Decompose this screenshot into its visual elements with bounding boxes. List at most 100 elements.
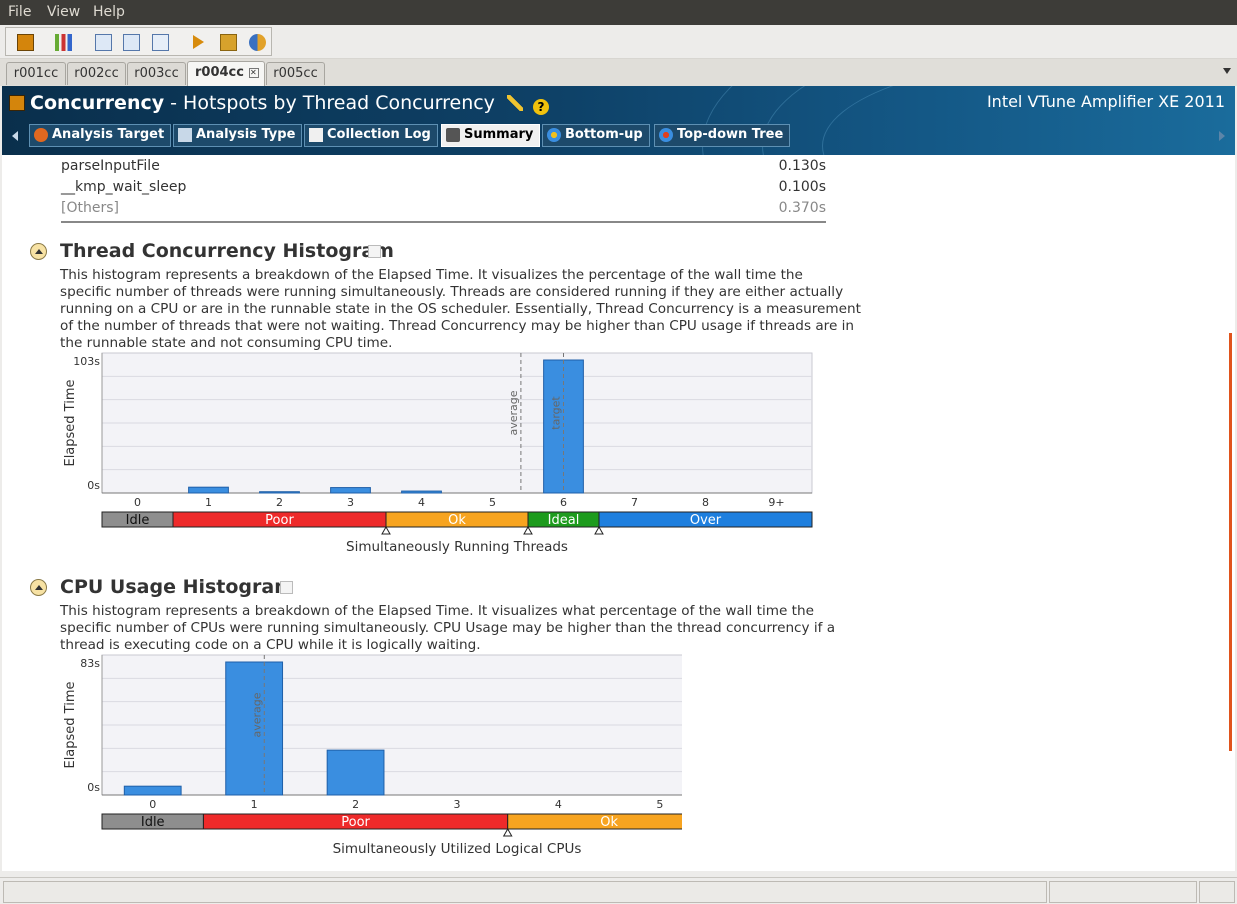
function-row[interactable]: __kmp_wait_sleep 0.100s bbox=[61, 179, 826, 199]
close-icon[interactable]: ✕ bbox=[249, 68, 259, 78]
open-results-icon[interactable] bbox=[95, 34, 112, 51]
nav-label: Top-down Tree bbox=[677, 127, 784, 142]
y-tick-label: 103s bbox=[73, 355, 100, 368]
nav-analysis-type[interactable]: Analysis Type bbox=[173, 124, 303, 147]
y-tick-label: 83s bbox=[80, 657, 100, 670]
tab-r003cc[interactable]: r003cc bbox=[127, 62, 186, 85]
tab-strip: r001cc r002cc r003cc r004cc ✕ r005cc bbox=[0, 59, 1237, 86]
x-axis-label: Simultaneously Utilized Logical CPUs bbox=[333, 841, 582, 857]
scroll-left-icon[interactable] bbox=[12, 131, 18, 141]
tab-r001cc[interactable]: r001cc bbox=[6, 62, 66, 85]
y-tick-label: 0s bbox=[87, 479, 100, 492]
section-description: This histogram represents a breakdown of… bbox=[60, 267, 861, 352]
function-time: 0.100s bbox=[778, 179, 826, 195]
histogram-bar bbox=[330, 487, 371, 494]
histogram-bar bbox=[401, 490, 442, 494]
tab-r002cc[interactable]: r002cc bbox=[67, 62, 126, 85]
x-tick-label: 3 bbox=[454, 798, 461, 811]
menu-bar: File View Help bbox=[0, 0, 1237, 25]
x-tick-label: 7 bbox=[631, 496, 638, 509]
nav-analysis-target[interactable]: Analysis Target bbox=[29, 124, 172, 147]
scroll-right-icon[interactable] bbox=[1219, 131, 1225, 141]
marker-label-average: average bbox=[250, 692, 263, 737]
summary-panel[interactable]: parseInputFile 0.130s __kmp_wait_sleep 0.1… bbox=[2, 155, 1229, 871]
collapse-section-icon[interactable] bbox=[30, 579, 47, 596]
scrollbar-thumb[interactable] bbox=[1229, 333, 1232, 751]
tab-list-dropdown-icon[interactable] bbox=[1223, 68, 1231, 74]
band-label: Ok bbox=[600, 815, 618, 830]
nav-bottom-up[interactable]: Bottom-up bbox=[542, 124, 650, 147]
copy-icon[interactable] bbox=[368, 245, 381, 258]
x-axis-label: Simultaneously Running Threads bbox=[346, 539, 568, 555]
function-name: [Others] bbox=[61, 200, 119, 216]
section-title: CPU Usage Histogram bbox=[60, 576, 295, 598]
analysis-type-icon bbox=[9, 95, 25, 111]
marker-label-average: average bbox=[507, 390, 520, 435]
x-tick-label: 0 bbox=[149, 798, 156, 811]
status-message-cell bbox=[3, 881, 1047, 903]
x-tick-label: 2 bbox=[276, 496, 283, 509]
compare-icon[interactable] bbox=[123, 34, 140, 51]
band-label: Ideal bbox=[548, 513, 580, 528]
new-project-icon[interactable] bbox=[17, 34, 34, 51]
edit-icon[interactable] bbox=[152, 34, 169, 51]
bar-chart-icon[interactable] bbox=[55, 34, 72, 51]
description-line: This histogram represents a breakdown of… bbox=[60, 603, 814, 619]
y-axis-label: Elapsed Time bbox=[63, 681, 78, 768]
toolbar-group bbox=[5, 27, 272, 56]
x-tick-label: 5 bbox=[656, 798, 663, 811]
x-tick-label: 6 bbox=[560, 496, 567, 509]
marker-label-target: target bbox=[550, 396, 563, 430]
band-boundary-marker bbox=[523, 525, 533, 535]
table-bottom-rule bbox=[61, 221, 826, 223]
product-brand: Intel VTune Amplifier XE 2011 bbox=[986, 92, 1225, 111]
x-tick-label: 5 bbox=[489, 496, 496, 509]
pause-icon[interactable] bbox=[249, 34, 266, 51]
status-bar bbox=[0, 877, 1237, 904]
band-label: Poor bbox=[341, 815, 370, 830]
collapse-section-icon[interactable] bbox=[30, 243, 47, 260]
log-icon bbox=[309, 128, 323, 142]
vertical-scrollbar[interactable] bbox=[1229, 155, 1235, 871]
tab-r005cc[interactable]: r005cc bbox=[266, 62, 325, 85]
nav-top-down-tree[interactable]: Top-down Tree bbox=[654, 124, 791, 147]
histogram-bar bbox=[259, 491, 300, 494]
menu-file[interactable]: File bbox=[8, 4, 31, 20]
target-icon bbox=[34, 128, 48, 142]
wrench-icon[interactable] bbox=[506, 95, 523, 111]
description-line: running on a CPU or are in the runnable … bbox=[60, 301, 861, 317]
nav-label: Collection Log bbox=[327, 127, 431, 142]
run-icon[interactable] bbox=[193, 35, 204, 49]
function-name: parseInputFile bbox=[61, 158, 160, 174]
nav-label: Summary bbox=[464, 127, 534, 142]
function-name: __kmp_wait_sleep bbox=[61, 179, 187, 195]
histogram-bar bbox=[188, 486, 229, 494]
analysis-subtitle: - Hotspots by Thread Concurrency bbox=[164, 92, 495, 114]
description-line: specific number of threads were running … bbox=[60, 284, 844, 300]
thread-concurrency-histogram[interactable]: 103s 0s Elapsed Time average target 0 1 2 3 4 5 6 7 8… bbox=[2, 350, 832, 560]
nav-summary[interactable]: Summary bbox=[441, 124, 541, 147]
function-row[interactable]: [Others] 0.370s bbox=[61, 200, 826, 220]
x-tick-label: 2 bbox=[352, 798, 359, 811]
x-tick-label: 0 bbox=[134, 496, 141, 509]
band-boundary-marker bbox=[594, 525, 604, 535]
open-folder-icon[interactable] bbox=[220, 34, 237, 51]
analysis-type-nav-icon bbox=[178, 128, 192, 142]
analysis-name: Concurrency bbox=[30, 92, 165, 114]
tab-r004cc[interactable]: r004cc ✕ bbox=[187, 61, 265, 86]
x-tick-label: 4 bbox=[418, 496, 425, 509]
nav-collection-log[interactable]: Collection Log bbox=[304, 124, 438, 147]
x-tick-label: 8 bbox=[702, 496, 709, 509]
copy-icon[interactable] bbox=[280, 581, 293, 594]
description-line: This histogram represents a breakdown of… bbox=[60, 267, 803, 283]
summary-icon bbox=[446, 128, 460, 142]
tab-label: r004cc bbox=[195, 65, 244, 80]
description-line: of the number of threads that were not w… bbox=[60, 318, 855, 334]
menu-view[interactable]: View bbox=[47, 4, 80, 20]
function-time: 0.130s bbox=[778, 158, 826, 174]
menu-help[interactable]: Help bbox=[93, 4, 125, 20]
description-line: specific number of CPUs were running sim… bbox=[60, 620, 836, 636]
help-icon[interactable]: ? bbox=[533, 99, 550, 115]
cpu-usage-histogram[interactable]: 83s0sElapsed Timeaveragetarget0123456Idl… bbox=[2, 652, 682, 862]
function-row[interactable]: parseInputFile 0.130s bbox=[61, 158, 826, 178]
